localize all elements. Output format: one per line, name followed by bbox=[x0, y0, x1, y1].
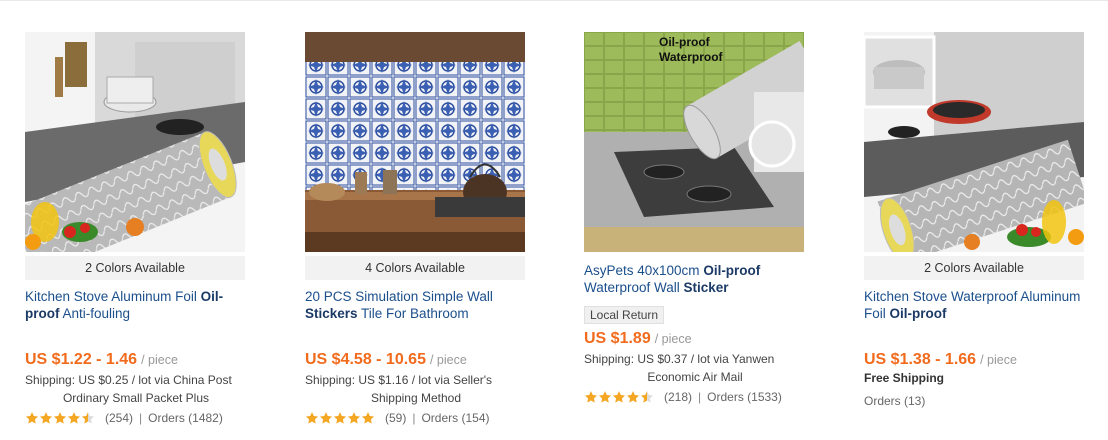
product-title-link[interactable]: Kitchen Stove Aluminum Foil Oil-proof An… bbox=[25, 289, 247, 322]
rating-orders-row: (218) | Orders (1533) bbox=[584, 388, 806, 406]
rating-count: (218) bbox=[664, 390, 693, 404]
star-icon bbox=[81, 412, 95, 424]
title-text: Waterproof Wall bbox=[584, 279, 684, 295]
shipping-info: Shipping: US $1.16 / lot via Seller's Sh… bbox=[305, 371, 527, 407]
product-card-4[interactable]: 2 Colors Available Kitchen Stove Waterpr… bbox=[864, 32, 1086, 410]
rating-stars bbox=[25, 411, 95, 425]
colors-available-badge: 4 Colors Available bbox=[305, 256, 525, 280]
image-overlay-text: Waterproof bbox=[659, 50, 724, 64]
price-unit: / piece bbox=[429, 353, 467, 367]
colors-available-badge: 2 Colors Available bbox=[25, 256, 245, 280]
shipping-line: Shipping: US $1.16 / lot via Seller's bbox=[305, 373, 493, 387]
price-row: US $1.38 - 1.66/ piece bbox=[864, 351, 1086, 369]
title-text: Kitchen Stove Aluminum Foil bbox=[25, 289, 201, 304]
price-unit: / piece bbox=[980, 353, 1017, 367]
product-image-3[interactable]: Oil-proof Waterproof bbox=[584, 32, 804, 252]
price-row: US $4.58 - 10.65/ piece bbox=[305, 351, 527, 369]
star-icon bbox=[39, 412, 53, 424]
star-icon bbox=[640, 391, 654, 403]
local-return-badge: Local Return bbox=[584, 306, 665, 324]
shipping-line: Shipping Method bbox=[370, 391, 462, 405]
orders-count: Orders (1533) bbox=[707, 390, 782, 404]
price-unit: / piece bbox=[654, 332, 692, 346]
shipping-line: Ordinary Small Packet Plus bbox=[62, 391, 210, 405]
product-card-1[interactable]: 2 Colors Available Kitchen Stove Aluminu… bbox=[25, 32, 247, 427]
product-image-1[interactable] bbox=[25, 32, 245, 252]
star-icon bbox=[319, 412, 333, 424]
top-divider bbox=[0, 0, 1108, 1]
product-image-2[interactable] bbox=[305, 32, 525, 252]
orders-count: Orders (13) bbox=[864, 394, 926, 408]
rating-stars bbox=[305, 411, 375, 425]
shipping-line: Shipping: US $0.25 / lot via China Post bbox=[25, 373, 232, 387]
title-text: Tile For Bathroom bbox=[357, 305, 469, 321]
rating-count: (254) bbox=[105, 411, 134, 425]
title-text: AsyPets 40x100cm bbox=[584, 263, 704, 278]
title-keyword: Stickers bbox=[305, 305, 358, 321]
product-card-3[interactable]: Oil-proof Waterproof AsyPets 40x100cm Oi… bbox=[584, 32, 806, 406]
title-keyword: Oil-proof bbox=[703, 263, 761, 278]
image-overlay-text: Oil-proof bbox=[659, 35, 711, 49]
price: US $1.89 bbox=[584, 330, 651, 347]
title-text: 20 PCS Simulation Simple Wall bbox=[305, 289, 493, 304]
orders-count: Orders (1482) bbox=[148, 411, 223, 425]
product-title-link[interactable]: Kitchen Stove Waterproof Aluminum Foil O… bbox=[864, 289, 1086, 322]
star-icon bbox=[347, 412, 361, 424]
star-icon bbox=[305, 412, 319, 424]
star-icon bbox=[25, 412, 39, 424]
price: US $4.58 - 10.65 bbox=[305, 351, 426, 368]
title-text: Anti-fouling bbox=[59, 305, 131, 321]
separator: | bbox=[412, 411, 416, 425]
star-icon bbox=[612, 391, 626, 403]
shipping-info: Shipping: US $0.37 / lot via Yanwen Econ… bbox=[584, 350, 806, 386]
orders-row: Orders (13) bbox=[864, 392, 1086, 410]
shipping-info: Shipping: US $0.25 / lot via China Post … bbox=[25, 371, 247, 407]
rating-stars bbox=[584, 390, 654, 404]
price-unit: / piece bbox=[141, 353, 178, 367]
star-icon bbox=[584, 391, 598, 403]
star-icon bbox=[598, 391, 612, 403]
product-title-link[interactable]: 20 PCS Simulation Simple Wall Stickers T… bbox=[305, 289, 527, 322]
title-keyword: Sticker bbox=[683, 279, 729, 295]
rating-orders-row: (254) | Orders (1482) bbox=[25, 409, 247, 427]
title-keyword: Oil-proof bbox=[889, 305, 947, 321]
price-row: US $1.22 - 1.46/ piece bbox=[25, 351, 247, 369]
star-icon bbox=[53, 412, 67, 424]
free-shipping-label: Free Shipping bbox=[864, 371, 945, 385]
star-icon bbox=[361, 412, 375, 424]
price: US $1.38 - 1.66 bbox=[864, 351, 977, 368]
price-row: US $1.89/ piece bbox=[584, 330, 806, 348]
price: US $1.22 - 1.46 bbox=[25, 351, 138, 368]
product-image-4[interactable] bbox=[864, 32, 1084, 252]
star-icon bbox=[626, 391, 640, 403]
separator: | bbox=[139, 411, 143, 425]
separator: | bbox=[698, 390, 702, 404]
rating-count: (59) bbox=[385, 411, 407, 425]
colors-available-badge: 2 Colors Available bbox=[864, 256, 1084, 280]
rating-orders-row: (59) | Orders (154) bbox=[305, 409, 527, 427]
product-card-2[interactable]: 4 Colors Available 20 PCS Simulation Sim… bbox=[305, 32, 527, 427]
product-title-link[interactable]: AsyPets 40x100cm Oil-proof Waterproof Wa… bbox=[584, 263, 806, 296]
star-icon bbox=[67, 412, 81, 424]
star-icon bbox=[333, 412, 347, 424]
shipping-line: Shipping: US $0.37 / lot via Yanwen bbox=[584, 352, 775, 366]
orders-count: Orders (154) bbox=[421, 411, 490, 425]
shipping-line: Economic Air Mail bbox=[647, 370, 743, 384]
